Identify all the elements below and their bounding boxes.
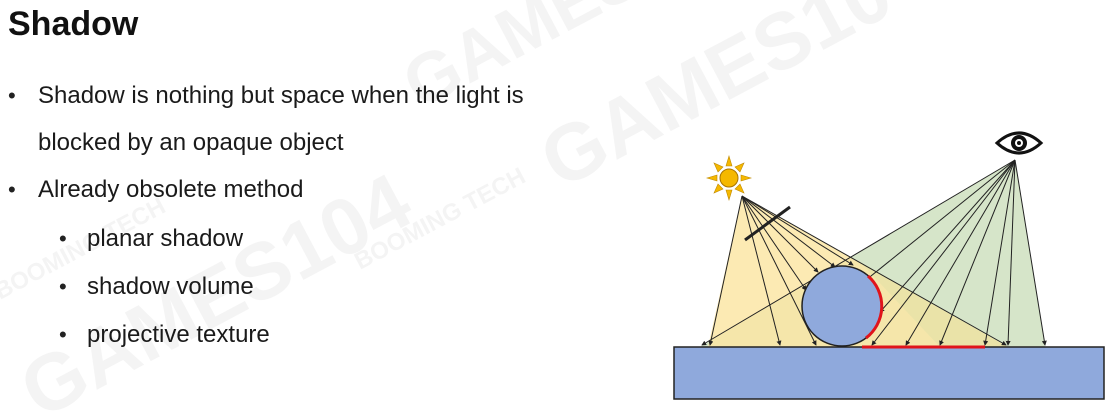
ground-plane	[673, 346, 1105, 400]
sun-icon	[705, 154, 753, 202]
eye-icon	[994, 131, 1044, 155]
shadow-diagram	[673, 131, 1105, 400]
